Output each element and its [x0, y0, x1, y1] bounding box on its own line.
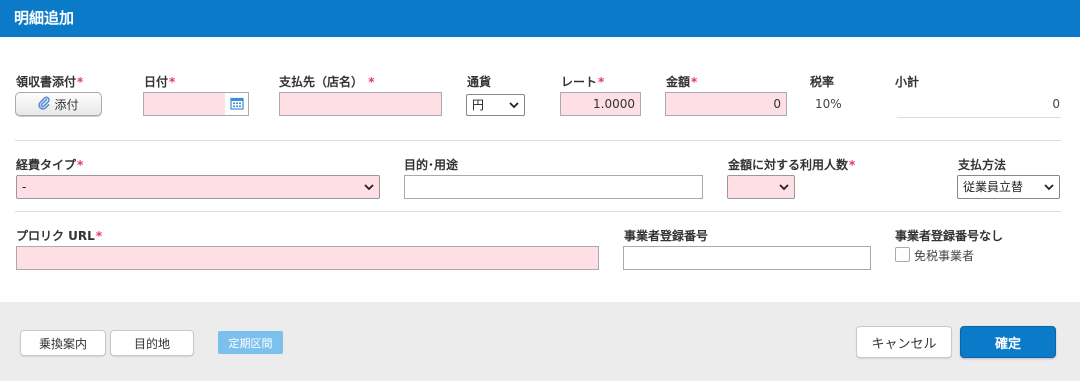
- date-input[interactable]: [143, 92, 226, 116]
- currency-label: 通貨: [467, 75, 492, 89]
- amount-input[interactable]: 0: [665, 92, 787, 116]
- dialog-title: 明細追加: [0, 0, 1080, 37]
- expense-type-selected: -: [22, 180, 27, 194]
- date-label: 日付*: [144, 75, 176, 89]
- attach-button[interactable]: 添付: [15, 92, 102, 116]
- tax-exempt-label: 免税事業者: [914, 249, 975, 263]
- chevron-down-icon: [1044, 184, 1054, 191]
- subtotal-label: 小計: [895, 75, 920, 89]
- people-count-label: 金額に対する利用人数*: [728, 158, 856, 172]
- commuter-section-tag[interactable]: 定期区間: [218, 331, 283, 354]
- subtotal-value: 0: [1052, 97, 1060, 111]
- expense-type-select[interactable]: -: [16, 175, 380, 199]
- receipt-label: 領収書添付*: [16, 75, 84, 89]
- tax-rate-value: 10%: [815, 97, 842, 111]
- calendar-icon: [229, 96, 244, 113]
- tax-label: 税率: [810, 75, 835, 89]
- registration-number-input[interactable]: [623, 246, 871, 270]
- payment-method-label: 支払方法: [958, 158, 1007, 172]
- amount-label: 金額*: [666, 75, 698, 89]
- chevron-down-icon: [364, 184, 374, 191]
- currency-select[interactable]: 円: [466, 94, 525, 116]
- no-registration-label: 事業者登録番号なし: [895, 229, 1004, 243]
- expense-type-label: 経費タイプ*: [16, 158, 84, 172]
- payee-input[interactable]: [279, 92, 442, 116]
- payment-method-select[interactable]: 従業員立替: [957, 175, 1060, 199]
- calendar-button[interactable]: [225, 92, 249, 116]
- cancel-button[interactable]: キャンセル: [856, 326, 952, 358]
- registration-number-label: 事業者登録番号: [624, 229, 709, 243]
- people-count-select[interactable]: [727, 175, 795, 199]
- attach-button-label: 添付: [54, 97, 79, 112]
- paperclip-icon: [38, 96, 51, 113]
- purpose-input[interactable]: [404, 175, 703, 199]
- confirm-button[interactable]: 確定: [960, 326, 1056, 358]
- transfer-guide-button[interactable]: 乗換案内: [20, 330, 106, 356]
- rate-input[interactable]: 1.0000: [560, 92, 641, 116]
- url-label: プロリク URL*: [16, 229, 103, 243]
- payee-label: 支払先（店名） *: [279, 75, 375, 89]
- url-input[interactable]: [16, 246, 599, 270]
- chevron-down-icon: [509, 102, 519, 109]
- purpose-label: 目的･用途: [404, 158, 459, 172]
- subtotal-underline: [897, 117, 1061, 118]
- destination-button[interactable]: 目的地: [110, 330, 194, 356]
- rate-label: レート*: [561, 75, 605, 89]
- chevron-down-icon: [779, 184, 789, 191]
- divider: [15, 211, 1061, 212]
- currency-selected: 円: [472, 98, 485, 112]
- tax-exempt-checkbox[interactable]: [895, 247, 910, 262]
- payment-method-selected: 従業員立替: [963, 180, 1024, 194]
- divider: [15, 140, 1061, 141]
